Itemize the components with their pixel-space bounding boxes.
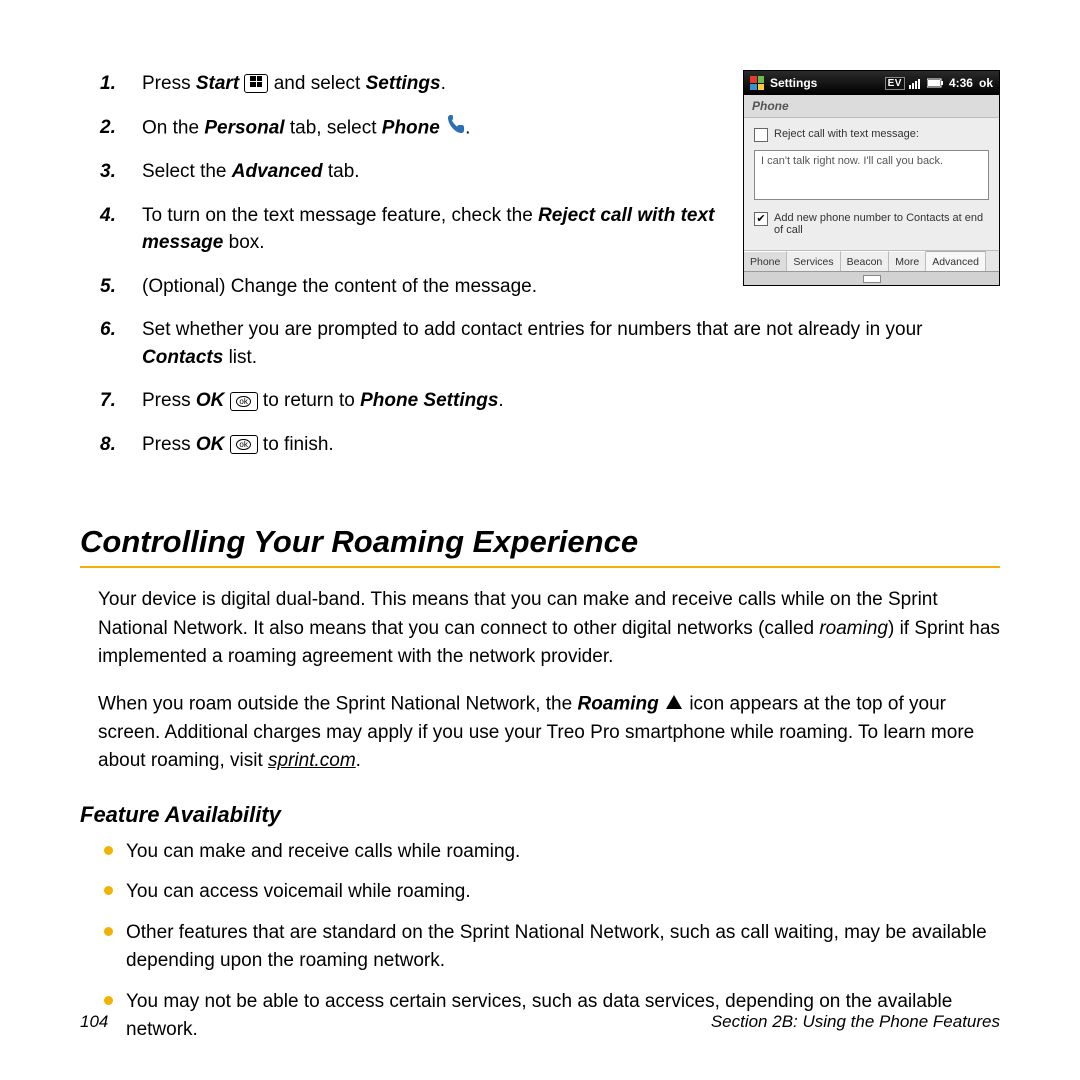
step-2-text-a: On the	[142, 117, 204, 138]
step-1-text-e: .	[441, 73, 446, 94]
step-3-advanced: Advanced	[232, 161, 323, 182]
step-4-text-a: To turn on the text message feature, che…	[142, 205, 538, 226]
step-2: On the Personal tab, select Phone .	[100, 114, 1000, 143]
step-8-ok: OK	[196, 434, 225, 455]
sprint-link[interactable]: sprint.com	[268, 750, 356, 771]
p2b: Roaming	[577, 693, 658, 714]
section-label: Section 2B: Using the Phone Features	[711, 1012, 1000, 1032]
step-7-text-e: .	[498, 390, 503, 411]
step-4: To turn on the text message feature, che…	[100, 202, 1000, 257]
step-8-text-c: to finish.	[263, 434, 334, 455]
feature-2: You can access voicemail while roaming.	[98, 878, 1000, 907]
start-button-icon	[244, 74, 268, 93]
feature-1: You can make and receive calls while roa…	[98, 838, 1000, 867]
step-7-phone-settings: Phone Settings	[360, 390, 498, 411]
step-5-text: (Optional) Change the content of the mes…	[142, 276, 537, 297]
phone-icon	[447, 114, 465, 143]
step-5: (Optional) Change the content of the mes…	[100, 273, 1000, 301]
page-number: 104	[80, 1012, 108, 1032]
page-footer: 104 Section 2B: Using the Phone Features	[80, 1012, 1000, 1032]
step-1-text-a: Press	[142, 73, 196, 94]
step-2-text-c: tab, select	[285, 117, 382, 138]
step-7: Press OK ok to return to Phone Settings.	[100, 387, 1000, 415]
step-1-text-c: and select	[274, 73, 366, 94]
step-1: Press Start and select Settings.	[100, 70, 1000, 98]
roaming-para-1: Your device is digital dual-band. This m…	[98, 586, 1000, 672]
step-2-phone: Phone	[382, 117, 440, 138]
step-7-text-c: to return to	[263, 390, 360, 411]
step-6-text-c: list.	[223, 347, 257, 368]
roaming-triangle-icon	[666, 690, 682, 719]
step-1-start: Start	[196, 73, 239, 94]
step-1-settings: Settings	[366, 73, 441, 94]
step-6-text-a: Set whether you are prompted to add cont…	[142, 319, 923, 340]
step-3: Select the Advanced tab.	[100, 158, 1000, 186]
p2a: When you roam outside the Sprint Nationa…	[98, 693, 577, 714]
feature-heading: Feature Availability	[80, 802, 1000, 828]
ok-button-icon-2: ok	[230, 435, 258, 454]
step-3-text-a: Select the	[142, 161, 232, 182]
step-6-contacts: Contacts	[142, 347, 223, 368]
step-3-text-c: tab.	[323, 161, 360, 182]
p1a: Your device is digital dual-band. This m…	[98, 589, 938, 639]
roaming-heading: Controlling Your Roaming Experience	[80, 524, 1000, 568]
step-8-text-a: Press	[142, 434, 196, 455]
step-8: Press OK ok to finish.	[100, 431, 1000, 459]
step-7-text-a: Press	[142, 390, 196, 411]
step-7-ok: OK	[196, 390, 225, 411]
feature-3: Other features that are standard on the …	[98, 919, 1000, 976]
roaming-para-2: When you roam outside the Sprint Nationa…	[98, 690, 1000, 776]
step-4-text-c: box.	[223, 232, 264, 253]
step-2-personal: Personal	[204, 117, 284, 138]
step-2-text-e: .	[465, 117, 470, 138]
ok-button-icon: ok	[230, 392, 258, 411]
step-6: Set whether you are prompted to add cont…	[100, 316, 1000, 371]
p2e: .	[356, 750, 361, 771]
p1b: roaming	[819, 618, 888, 639]
